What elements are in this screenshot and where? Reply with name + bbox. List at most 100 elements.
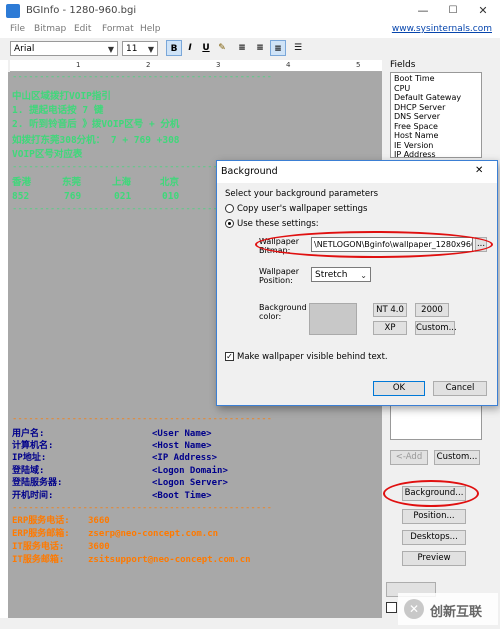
watermark-logo-icon: ✕ bbox=[404, 599, 424, 619]
background-color-label: Background color: bbox=[259, 303, 307, 321]
xp-button[interactable]: XP bbox=[373, 321, 407, 335]
ruler-mark: 2 bbox=[146, 61, 151, 69]
dialog-close-icon[interactable]: ✕ bbox=[475, 165, 483, 176]
chevron-down-icon: ⌄ bbox=[360, 271, 367, 280]
dialog-cancel-button[interactable]: Cancel bbox=[433, 381, 487, 396]
city-name: 北京 bbox=[160, 177, 180, 188]
editor-line: 1. 提起电话按 7 键 bbox=[12, 105, 104, 116]
add-button[interactable]: <-Add bbox=[390, 450, 428, 465]
field-item[interactable]: IP Address bbox=[394, 150, 478, 157]
field-item[interactable]: CPU bbox=[394, 84, 478, 94]
bullets-icon[interactable]: ☰ bbox=[290, 40, 306, 56]
editor-line: VOIP区号对应表 bbox=[12, 149, 83, 160]
wallpaper-position-value: Stretch bbox=[315, 270, 348, 280]
use-settings-label: Use these settings: bbox=[237, 219, 319, 229]
info-label: 登陆服务器: bbox=[12, 478, 63, 488]
ruler-mark: 4 bbox=[286, 61, 291, 69]
field-item[interactable]: DNS Server bbox=[394, 112, 478, 122]
editor-line: 如拨打东莞308分机： 7 + 769 +308 bbox=[12, 135, 180, 146]
nt40-button[interactable]: NT 4.0 bbox=[373, 303, 407, 317]
dialog-title-bar: Background bbox=[217, 161, 497, 183]
field-item[interactable]: IE Version bbox=[394, 141, 478, 151]
info-value: <Boot Time> bbox=[152, 491, 212, 501]
underline-button[interactable]: U bbox=[198, 40, 214, 56]
preview-button[interactable]: Preview bbox=[402, 551, 466, 566]
sysinternals-link[interactable]: www.sysinternals.com bbox=[392, 24, 492, 34]
menu-file[interactable]: File bbox=[10, 24, 25, 34]
menu-bitmap[interactable]: Bitmap bbox=[34, 24, 66, 34]
city-code: 010 bbox=[162, 191, 180, 202]
wallpaper-visible-label: Make wallpaper visible behind text. bbox=[237, 352, 388, 362]
use-settings-radio[interactable] bbox=[225, 219, 234, 228]
menu-edit[interactable]: Edit bbox=[74, 24, 91, 34]
watermark: ✕ 创新互联 bbox=[398, 593, 498, 625]
info-value: <Logon Server> bbox=[152, 478, 228, 488]
wallpaper-visible-checkbox[interactable]: ✓ bbox=[225, 352, 234, 361]
contact-value: zserp@neo-concept.com.cn bbox=[88, 529, 219, 539]
minimize-button[interactable]: — bbox=[408, 2, 438, 20]
contact-label: IT服务电话: bbox=[12, 542, 65, 552]
font-select[interactable]: Arial ▼ bbox=[10, 41, 118, 56]
field-item[interactable]: DHCP Server bbox=[394, 103, 478, 113]
fields-list[interactable]: Boot Time CPU Default Gateway DHCP Serve… bbox=[390, 72, 482, 158]
divider: ----------------------------------------… bbox=[12, 503, 273, 513]
highlight-ellipse bbox=[255, 231, 493, 258]
chevron-down-icon: ▼ bbox=[107, 45, 114, 54]
align-left-icon[interactable]: ≡ bbox=[234, 40, 250, 56]
menu-format[interactable]: Format bbox=[102, 24, 134, 34]
field-item[interactable]: Boot Time bbox=[394, 74, 478, 84]
fields-list-bottom bbox=[390, 400, 482, 440]
wallpaper-position-label: Wallpaper Position: bbox=[259, 267, 300, 285]
custom-field-button[interactable]: Custom... bbox=[434, 450, 480, 465]
bold-button[interactable]: B bbox=[166, 40, 182, 56]
dialog-ok-button[interactable]: OK bbox=[373, 381, 425, 396]
info-label: 计算机名: bbox=[12, 441, 54, 451]
city-name: 香港 bbox=[12, 177, 32, 188]
ruler-mark: 5 bbox=[356, 61, 361, 69]
menu-help[interactable]: Help bbox=[140, 24, 161, 34]
city-code: 769 bbox=[64, 191, 82, 202]
contact-label: ERP服务电话: bbox=[12, 516, 70, 526]
chevron-down-icon: ▼ bbox=[147, 45, 154, 54]
ruler: 1 2 3 4 5 bbox=[10, 60, 382, 72]
contact-label: IT服务邮箱: bbox=[12, 555, 65, 565]
color-picker-icon[interactable]: ✎ bbox=[214, 40, 230, 56]
win2000-button[interactable]: 2000 bbox=[415, 303, 449, 317]
background-color-swatch[interactable] bbox=[309, 303, 357, 335]
dialog-title: Background bbox=[221, 166, 278, 177]
position-button[interactable]: Position... bbox=[402, 509, 466, 524]
custom-color-button[interactable]: Custom... bbox=[415, 321, 457, 335]
italic-button[interactable]: I bbox=[182, 40, 198, 56]
city-code: 021 bbox=[114, 191, 132, 202]
info-value: <Host Name> bbox=[152, 441, 212, 451]
copy-settings-radio[interactable] bbox=[225, 204, 234, 213]
font-value: Arial bbox=[14, 44, 35, 54]
maximize-button[interactable]: ☐ bbox=[438, 2, 468, 20]
bginfo-app-icon bbox=[6, 4, 20, 18]
desktops-button[interactable]: Desktops... bbox=[402, 530, 466, 545]
window-title: BGInfo - 1280-960.bgi bbox=[26, 5, 137, 16]
copy-settings-label: Copy user's wallpaper settings bbox=[237, 204, 368, 214]
field-item[interactable]: Host Name bbox=[394, 131, 478, 141]
editor-line: 中山区域拨打VOIP指引 bbox=[12, 91, 111, 102]
contact-value: 3660 bbox=[88, 516, 110, 526]
align-center-icon[interactable]: ≡ bbox=[252, 40, 268, 56]
size-select[interactable]: 11 ▼ bbox=[122, 41, 158, 56]
dialog-prompt: Select your background parameters bbox=[225, 189, 379, 199]
field-item[interactable]: Free Space bbox=[394, 122, 478, 132]
background-dialog: Background ✕ Select your background para… bbox=[216, 160, 498, 406]
close-button[interactable]: ✕ bbox=[468, 2, 498, 20]
main-checkbox[interactable] bbox=[386, 602, 397, 613]
align-right-icon[interactable]: ≡ bbox=[270, 40, 286, 56]
contact-value: zsitsupport@neo-concept.com.cn bbox=[88, 555, 251, 565]
info-value: <Logon Domain> bbox=[152, 466, 228, 476]
fields-label: Fields bbox=[390, 60, 416, 70]
field-item[interactable]: Default Gateway bbox=[394, 93, 478, 103]
divider: ----------------------------------------… bbox=[12, 414, 273, 424]
divider: ----------------------------------------… bbox=[12, 72, 273, 82]
left-margin bbox=[0, 60, 8, 618]
info-value: <User Name> bbox=[152, 429, 212, 439]
wallpaper-position-select[interactable]: Stretch ⌄ bbox=[311, 267, 371, 282]
info-label: 开机时间: bbox=[12, 491, 54, 501]
info-label: 登陆域: bbox=[12, 466, 45, 476]
